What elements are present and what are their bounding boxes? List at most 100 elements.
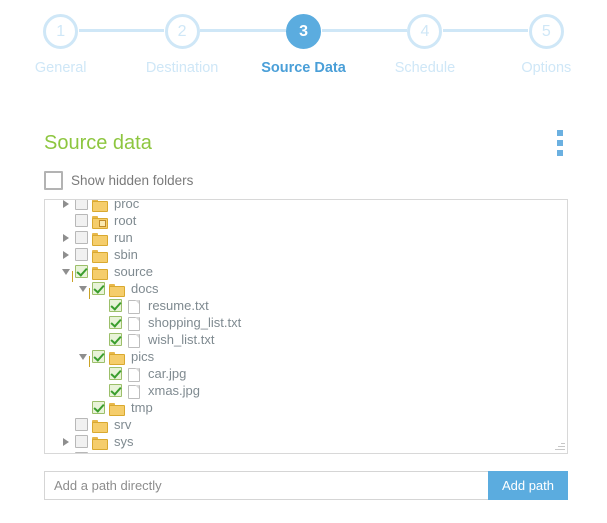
- stepper-track: 1 General 2 Destination 3 Source Data 4 Schedul…: [0, 0, 607, 95]
- stepper-number: 5: [528, 14, 564, 49]
- tree-node-label: resume.txt: [148, 298, 209, 313]
- chevron-down-icon[interactable]: [78, 285, 90, 299]
- stepper-label: General: [34, 60, 87, 76]
- tree-arrow-slot: [59, 246, 72, 263]
- tree-node[interactable]: source: [45, 263, 567, 282]
- stepper-step-options[interactable]: 5 Options: [485, 0, 607, 95]
- tree-arrow-slot: [93, 331, 106, 348]
- tree-node-label: sbin: [114, 247, 138, 262]
- stepper-label: Schedule: [394, 60, 456, 76]
- tree-node[interactable]: sys: [45, 433, 567, 450]
- tree-node[interactable]: pics: [45, 348, 567, 367]
- tree-node-checkbox[interactable]: [109, 384, 122, 397]
- tree-node-checkbox[interactable]: [75, 200, 88, 210]
- tree-node-checkbox[interactable]: [75, 248, 88, 261]
- file-icon: [126, 333, 142, 348]
- tree-node[interactable]: run: [45, 229, 567, 246]
- stepper-step-schedule[interactable]: 4 Schedule: [364, 0, 486, 95]
- folder-icon: [92, 200, 108, 212]
- tree-node-checkbox[interactable]: [75, 265, 88, 278]
- stepper-connector-right: [321, 29, 365, 32]
- tree-node-checkbox[interactable]: [109, 333, 122, 346]
- tree-node-label: car.jpg: [148, 366, 187, 381]
- tree-node[interactable]: wish_list.txt: [45, 331, 567, 348]
- stepper-connector-left: [485, 29, 529, 32]
- folder-icon: [109, 401, 125, 416]
- tree-arrow-slot: [59, 212, 72, 229]
- tree-node-label: source: [114, 264, 154, 279]
- tree-scroll-area[interactable]: proc root run sbin source docs resume.txt shopp…: [45, 199, 567, 453]
- stepper-connector-left: [364, 29, 407, 32]
- chevron-down-icon[interactable]: [78, 353, 90, 367]
- resize-handle-icon[interactable]: [553, 439, 565, 451]
- tree-node[interactable]: docs: [45, 280, 567, 299]
- tree-node[interactable]: [45, 450, 567, 453]
- chevron-right-icon[interactable]: [62, 250, 69, 259]
- show-hidden-folders-row[interactable]: Show hidden folders: [44, 171, 193, 190]
- tree-node-label: sys: [114, 434, 134, 449]
- file-icon: [126, 299, 142, 314]
- stepper-step-destination[interactable]: 2 Destination: [121, 0, 243, 95]
- tree-arrow-slot: [93, 365, 106, 382]
- tree-node-label: pics: [131, 349, 155, 364]
- tree-node-checkbox[interactable]: [92, 350, 105, 363]
- tree-node-checkbox[interactable]: [75, 435, 88, 448]
- path-input[interactable]: [44, 471, 488, 500]
- tree-arrow-slot: [59, 416, 72, 433]
- folder-icon: [92, 231, 108, 246]
- tree-node[interactable]: srv: [45, 416, 567, 433]
- tree-node[interactable]: root: [45, 212, 567, 229]
- stepper-connector-left: [121, 29, 165, 32]
- tree-node-label: wish_list.txt: [148, 332, 215, 347]
- tree-node[interactable]: car.jpg: [45, 365, 567, 382]
- stepper-number: 2: [164, 14, 200, 49]
- chevron-right-icon[interactable]: [62, 200, 69, 208]
- tree-arrow-slot: [59, 450, 72, 453]
- tree-node[interactable]: sbin: [45, 246, 567, 263]
- folder-icon: [92, 248, 108, 263]
- tree-node-checkbox[interactable]: [92, 282, 105, 295]
- tree-node-label: run: [114, 230, 133, 245]
- tree-arrow-slot: [76, 280, 90, 299]
- tree-node-checkbox[interactable]: [92, 401, 105, 414]
- tree-arrow-slot: [76, 348, 90, 367]
- stepper-step-source-data[interactable]: 3 Source Data: [242, 0, 365, 95]
- folder-icon: [92, 435, 108, 450]
- tree-arrow-slot: [59, 229, 72, 246]
- tree-node-label: proc: [114, 199, 140, 211]
- section-header: Source data: [44, 130, 568, 156]
- stepper-number: 3: [286, 14, 322, 49]
- stepper-number: 4: [407, 14, 443, 49]
- tree-node-checkbox[interactable]: [109, 299, 122, 312]
- stepper-label: Source Data: [261, 60, 346, 76]
- tree-node[interactable]: tmp: [45, 399, 567, 416]
- stepper-connector-right: [442, 29, 486, 32]
- add-path-row: Add path: [44, 471, 568, 500]
- tree-node[interactable]: xmas.jpg: [45, 382, 567, 399]
- stepper-step-general[interactable]: 1 General: [0, 0, 122, 95]
- tree-arrow-slot: [93, 297, 106, 314]
- add-path-button[interactable]: Add path: [487, 471, 568, 500]
- tree-node-checkbox[interactable]: [109, 367, 122, 380]
- tree-node[interactable]: resume.txt: [45, 297, 567, 314]
- tree-arrow-slot: [93, 382, 106, 399]
- tree-node-checkbox[interactable]: [75, 418, 88, 431]
- tree-node-checkbox[interactable]: [75, 231, 88, 244]
- tree-node[interactable]: proc: [45, 199, 567, 212]
- chevron-right-icon[interactable]: [62, 233, 69, 242]
- folder-icon: [109, 350, 125, 365]
- tree-node[interactable]: shopping_list.txt: [45, 314, 567, 331]
- tree-node-checkbox[interactable]: [109, 316, 122, 329]
- folder-icon: [109, 282, 125, 297]
- stepper-connector-right: [200, 29, 243, 32]
- source-data-tree[interactable]: proc root run sbin source docs resume.txt shopp…: [44, 199, 568, 454]
- tree-node-checkbox[interactable]: [75, 214, 88, 227]
- show-hidden-folders-checkbox[interactable]: [44, 171, 63, 190]
- chevron-down-icon[interactable]: [61, 268, 73, 282]
- tree-node-label: xmas.jpg: [148, 383, 201, 398]
- chevron-right-icon[interactable]: [62, 437, 69, 446]
- tree-arrow-slot: [59, 200, 72, 212]
- file-icon: [126, 384, 142, 399]
- kebab-menu-icon[interactable]: [552, 130, 568, 156]
- tree-node-checkbox[interactable]: [75, 452, 88, 453]
